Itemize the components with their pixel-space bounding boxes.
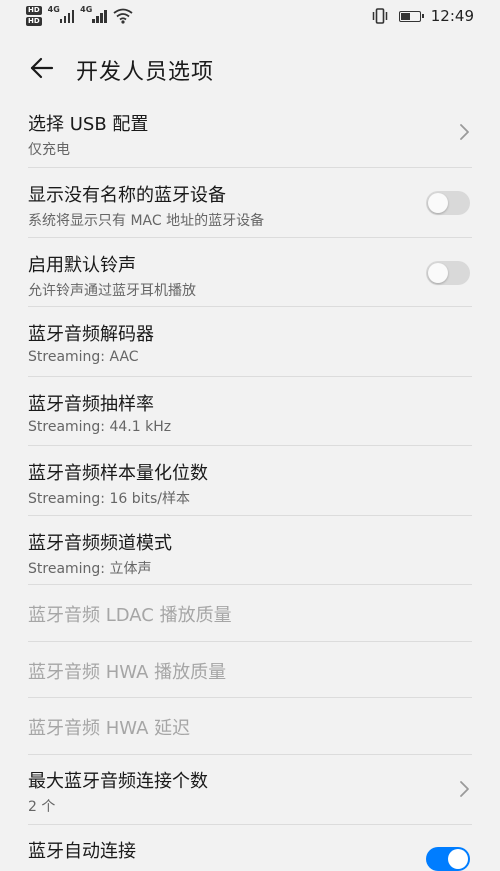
setting-max-bt-connections[interactable]: 最大蓝牙音频连接个数 2 个 — [28, 755, 472, 825]
setting-title: 蓝牙音频抽样率 — [28, 394, 154, 415]
setting-usb-config[interactable]: 选择 USB 配置 仅充电 — [28, 96, 472, 168]
hd-badge-sim2: HD — [26, 17, 42, 26]
setting-bt-auto-connect[interactable]: 蓝牙自动连接 — [28, 825, 472, 871]
chevron-right-icon — [460, 124, 469, 140]
setting-bt-channel-mode[interactable]: 蓝牙音频频道模式 Streaming: 立体声 — [28, 516, 472, 585]
setting-subtitle: Streaming: 立体声 — [28, 561, 152, 577]
setting-subtitle: 仅充电 — [28, 142, 70, 158]
title-bar: 开发人员选项 — [0, 40, 500, 96]
setting-subtitle: 允许铃声通过蓝牙耳机播放 — [28, 283, 196, 299]
setting-title: 蓝牙音频解码器 — [28, 324, 154, 345]
sim2-network-type: 4G — [80, 5, 93, 14]
settings-list: 选择 USB 配置 仅充电 显示没有名称的蓝牙设备 系统将显示只有 MAC 地址… — [0, 96, 500, 871]
setting-default-ringtone[interactable]: 启用默认铃声 允许铃声通过蓝牙耳机播放 — [28, 238, 472, 307]
battery-level — [400, 12, 410, 20]
setting-bt-sample-rate[interactable]: 蓝牙音频抽样率 Streaming: 44.1 kHz — [28, 377, 472, 446]
setting-title: 蓝牙音频 HWA 延迟 — [28, 718, 191, 739]
setting-title: 启用默认铃声 — [28, 255, 136, 276]
clock: 12:49 — [430, 7, 474, 25]
setting-bt-codec[interactable]: 蓝牙音频解码器 Streaming: AAC — [28, 307, 472, 377]
toggle-switch[interactable] — [426, 191, 470, 215]
toggle-knob — [428, 263, 448, 283]
setting-title: 显示没有名称的蓝牙设备 — [28, 185, 226, 206]
sim1-network: 4G — [48, 5, 75, 23]
status-bar: HD HD 4G 4G 12:49 — [0, 0, 500, 36]
signal-icon — [92, 9, 107, 23]
toggle-knob — [428, 193, 448, 213]
setting-title: 蓝牙音频样本量化位数 — [28, 463, 208, 484]
chevron-right-icon — [460, 781, 469, 797]
back-arrow-icon — [30, 57, 54, 79]
page-title: 开发人员选项 — [76, 60, 215, 85]
vibrate-icon — [372, 8, 388, 24]
toggle-knob — [448, 849, 468, 869]
setting-bt-ldac-quality: 蓝牙音频 LDAC 播放质量 — [28, 585, 472, 642]
setting-title: 最大蓝牙音频连接个数 — [28, 771, 208, 792]
sim1-network-type: 4G — [47, 5, 60, 14]
signal-icon — [59, 9, 75, 23]
setting-title: 蓝牙音频 LDAC 播放质量 — [28, 605, 232, 626]
hd-badge-sim1: HD — [26, 6, 42, 15]
setting-subtitle: Streaming: 16 bits/样本 — [28, 491, 191, 507]
setting-bt-bits-per-sample[interactable]: 蓝牙音频样本量化位数 Streaming: 16 bits/样本 — [28, 446, 472, 516]
back-button[interactable] — [22, 50, 62, 86]
setting-title: 蓝牙自动连接 — [28, 841, 136, 862]
setting-subtitle: 2 个 — [28, 799, 56, 815]
wifi-icon — [113, 8, 133, 24]
toggle-switch[interactable] — [426, 847, 470, 871]
battery-icon — [398, 10, 424, 22]
sim2-network: 4G — [80, 5, 107, 23]
setting-title: 蓝牙音频频道模式 — [28, 533, 172, 554]
setting-bt-hwa-quality: 蓝牙音频 HWA 播放质量 — [28, 642, 472, 698]
setting-show-unnamed-bt[interactable]: 显示没有名称的蓝牙设备 系统将显示只有 MAC 地址的蓝牙设备 — [28, 168, 472, 238]
sim-badges: HD HD — [26, 6, 42, 26]
setting-bt-hwa-latency: 蓝牙音频 HWA 延迟 — [28, 698, 472, 755]
setting-subtitle: Streaming: 44.1 kHz — [28, 419, 172, 435]
toggle-switch[interactable] — [426, 261, 470, 285]
status-right: 12:49 — [371, 7, 474, 25]
setting-title: 选择 USB 配置 — [28, 114, 149, 135]
setting-subtitle: Streaming: AAC — [28, 349, 139, 365]
status-left: HD HD 4G 4G — [26, 5, 133, 26]
setting-subtitle: 系统将显示只有 MAC 地址的蓝牙设备 — [28, 213, 265, 229]
setting-title: 蓝牙音频 HWA 播放质量 — [28, 662, 227, 683]
